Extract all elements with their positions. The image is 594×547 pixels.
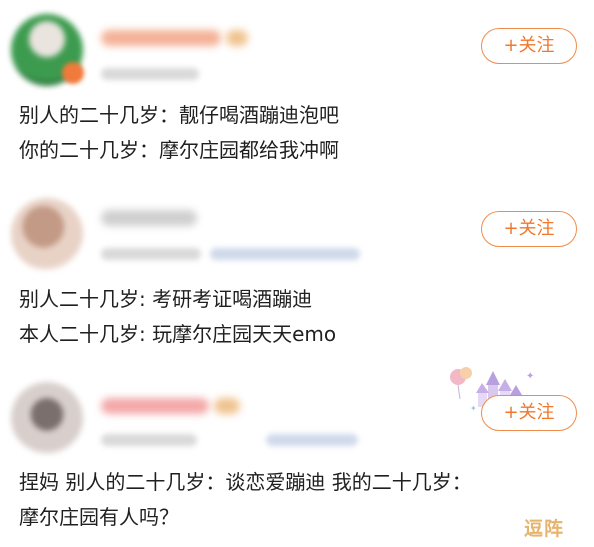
comment-line: 捏妈 别人的二十几岁：谈恋爱蹦迪 我的二十几岁： — [19, 470, 472, 494]
comment-text: 别人二十几岁: 考研考证喝酒蹦迪 本人二十几岁: 玩摩尔庄园天天emo — [19, 282, 582, 352]
follow-button-label: +关注 — [503, 402, 555, 423]
post-meta-blurred — [101, 68, 199, 80]
follow-button[interactable]: +关注 — [481, 28, 577, 64]
comment-line: 本人二十几岁: 玩摩尔庄园天天emo — [19, 322, 337, 346]
comment-line: 摩尔庄园有人吗？ — [19, 505, 179, 529]
user-avatar[interactable] — [11, 198, 83, 270]
watermark: 逗阵 — [524, 518, 565, 540]
user-avatar[interactable] — [11, 382, 83, 454]
device-meta-blurred — [266, 434, 358, 446]
user-badge-icon — [62, 62, 84, 84]
follow-button[interactable]: +关注 — [481, 395, 577, 431]
post-meta-blurred — [101, 248, 201, 260]
username-blurred[interactable] — [101, 398, 209, 414]
username-blurred[interactable] — [101, 30, 221, 46]
svg-text:✦: ✦ — [470, 404, 477, 413]
post-meta-blurred — [101, 434, 197, 446]
comment-text: 捏妈 别人的二十几岁：谈恋爱蹦迪 我的二十几岁： 摩尔庄园有人吗？ — [19, 465, 582, 535]
level-badge-blurred — [214, 398, 240, 414]
level-badge-blurred — [226, 30, 248, 46]
comment-line: 别人的二十几岁：靓仔喝酒蹦迪泡吧 — [19, 103, 339, 127]
comment-line: 别人二十几岁: 考研考证喝酒蹦迪 — [19, 287, 313, 311]
svg-text:✦: ✦ — [526, 371, 534, 382]
comment-line: 你的二十几岁：摩尔庄园都给我冲啊 — [19, 138, 339, 162]
username-blurred[interactable] — [101, 210, 197, 226]
follow-button[interactable]: +关注 — [481, 211, 577, 247]
comment-text: 别人的二十几岁：靓仔喝酒蹦迪泡吧 你的二十几岁：摩尔庄园都给我冲啊 — [19, 98, 582, 168]
device-meta-blurred — [210, 248, 360, 260]
follow-button-label: +关注 — [503, 35, 555, 56]
follow-button-label: +关注 — [503, 218, 555, 239]
